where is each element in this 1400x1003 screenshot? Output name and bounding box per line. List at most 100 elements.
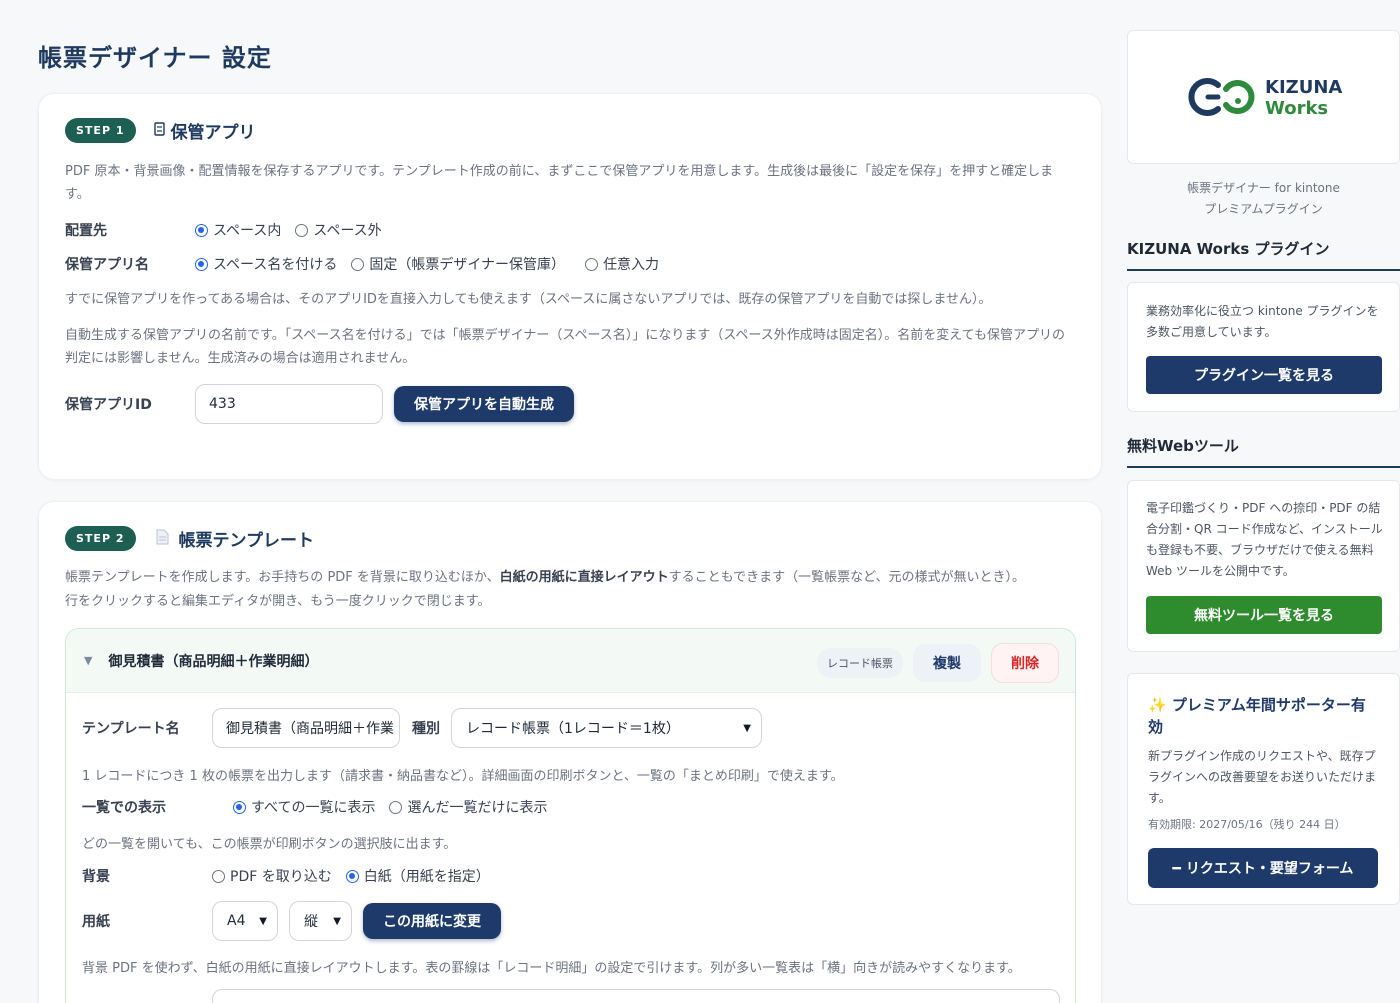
listview-label: 一覧での表示	[82, 800, 166, 816]
listview-radio-selected[interactable]: 選んだ一覧だけに表示	[389, 797, 547, 817]
type-description: 1 レコードにつき 1 枚の帳票を出力します（請求書・納品書など）。詳細画面の印…	[82, 769, 844, 784]
delete-button[interactable]: 削除	[991, 643, 1059, 683]
step2-description: 帳票テンプレートを作成します。お手持ちの PDF を背景に取り込むほか、白紙の用…	[65, 566, 1075, 589]
select-value: A4	[227, 913, 246, 929]
background-row: 背景 PDF を取り込む 白紙（用紙を指定）	[82, 866, 504, 886]
template-row-header[interactable]: ▼ 御見積書（商品明細＋作業明細） レコード帳票 複製 削除	[66, 629, 1075, 693]
logo-line2: Works	[1265, 98, 1329, 119]
bg-radio-blank[interactable]: 白紙（用紙を指定）	[345, 866, 490, 886]
select-value: レコード帳票（1レコード＝1枚）	[466, 721, 680, 737]
plugins-heading: KIZUNA Works プラグイン	[1127, 238, 1400, 271]
step1-note1: すでに保管アプリを作ってある場合は、そのアプリIDを直接入力しても使えます（スペ…	[65, 292, 992, 307]
template-name-row: テンプレート名 御見積書（商品明細＋作業 種別 レコード帳票（1レコード＝1枚）…	[82, 708, 762, 748]
bg-radio-pdf[interactable]: PDF を取り込む	[212, 866, 332, 886]
paper-row: 用紙 A4 ▼ 縦 ▼ この用紙に変更	[82, 901, 501, 941]
step2-description2: 行をクリックすると編集エディタが開き、もう一度クリックで閉じます。	[65, 594, 491, 609]
tools-card: 電子印鑑づくり・PDF への捺印・PDF の結合分割・QR コード作成など、イン…	[1127, 480, 1400, 652]
step1-header: STEP 1 保管アプリ	[65, 118, 256, 143]
template-name-label: テンプレート名	[82, 721, 180, 737]
type-select[interactable]: レコード帳票（1レコード＝1枚） ▼	[451, 708, 762, 748]
premium-text: 新プラグイン作成のリクエストや、既存プラグインへの改善要望をお送りいただけます。	[1148, 749, 1377, 805]
radio-dot[interactable]	[195, 223, 208, 237]
listview-row: 一覧での表示 すべての一覧に表示 選んだ一覧だけに表示	[82, 797, 561, 817]
radio-label: PDF を取り込む	[230, 869, 332, 885]
desc-text: することもできます（一覧帳票など、元の様式が無いとき）。	[668, 570, 1026, 585]
logo-box: KIZUNA Works	[1127, 30, 1400, 164]
storage-icon	[153, 121, 165, 140]
placement-label: 配置先	[65, 223, 107, 239]
select-value: 縦	[304, 914, 318, 930]
change-paper-button[interactable]: この用紙に変更	[363, 903, 501, 939]
background-label: 背景	[82, 869, 110, 885]
premium-title: ✨ プレミアム年間サポーター有効	[1148, 694, 1378, 738]
step1-card: STEP 1 保管アプリ PDF 原本・背景画像・配置情報を保存するアプリです。…	[38, 93, 1102, 480]
listview-description: どの一覧を開いても、この帳票が印刷ボタンの選択肢に出ます。	[82, 837, 457, 852]
desc-bold: 白紙の用紙に直接レイアウト	[499, 570, 669, 585]
template-name-input[interactable]: 御見積書（商品明細＋作業	[212, 708, 400, 748]
duplicate-button[interactable]: 複製	[913, 644, 981, 682]
chevron-down-icon: ▼	[743, 722, 751, 734]
product-subtitle: 帳票デザイナー for kintone プレミアムプラグイン	[1127, 178, 1400, 220]
premium-expiry: 有効期限: 2027/05/16（残り 244 日）	[1148, 818, 1346, 831]
paper-size-select[interactable]: A4 ▼	[212, 901, 278, 941]
page-title: 帳票デザイナー 設定	[38, 44, 272, 72]
chevron-down-icon: ▼	[333, 915, 341, 927]
radio-dot[interactable]	[295, 223, 309, 237]
paper-label: 用紙	[82, 914, 110, 930]
tools-list-button[interactable]: 無料ツール一覧を見る	[1146, 596, 1382, 634]
placement-radio-inside[interactable]: スペース内	[195, 220, 281, 240]
radio-dot[interactable]	[233, 800, 246, 814]
radio-label: 選んだ一覧だけに表示	[407, 800, 548, 816]
premium-title-text: プレミアム年間サポーター有効	[1148, 696, 1366, 736]
radio-label: スペース名を付ける	[213, 257, 338, 273]
template-name: 御見積書（商品明細＋作業明細）	[108, 653, 319, 670]
request-form-button[interactable]: ━ リクエスト・要望フォーム	[1148, 848, 1378, 888]
appname-radio-fixed[interactable]: 固定（帳票デザイナー保管庫）	[351, 254, 565, 274]
radio-label: 白紙（用紙を指定）	[363, 869, 490, 885]
radio-dot[interactable]	[212, 869, 225, 883]
tools-heading: 無料Webツール	[1127, 435, 1400, 468]
logo-text: KIZUNA Works	[1265, 77, 1342, 119]
subtitle-line1: 帳票デザイナー for kintone	[1187, 181, 1340, 195]
desc-text: 帳票テンプレートを作成します。お手持ちの PDF を背景に取り込むほか、	[65, 570, 500, 585]
step1-badge: STEP 1	[65, 118, 136, 143]
appname-radio-space[interactable]: スペース名を付ける	[195, 254, 337, 274]
listview-radio-all[interactable]: すべての一覧に表示	[233, 797, 375, 817]
next-field-input[interactable]	[212, 989, 1060, 1003]
kizuna-logo-icon	[1188, 78, 1255, 116]
template-type-chip: レコード帳票	[817, 648, 903, 678]
tools-text: 電子印鑑づくり・PDF への捺印・PDF の結合分割・QR コード作成など、イン…	[1146, 501, 1383, 578]
template-actions: レコード帳票 複製 削除	[817, 643, 1059, 683]
step2-header: STEP 2 帳票テンプレート	[65, 526, 314, 551]
paper-description: 背景 PDF を使わず、白紙の用紙に直接レイアウトします。表の罫線は「レコード明…	[82, 961, 1021, 976]
radio-label: すべての一覧に表示	[251, 800, 376, 816]
radio-label: 任意入力	[603, 257, 660, 273]
paper-orientation-select[interactable]: 縦 ▼	[289, 901, 352, 941]
step1-note2: 自動生成する保管アプリの名前です。「スペース名を付ける」では「帳票デザイナー（ス…	[65, 328, 1065, 366]
template-item: ▼ 御見積書（商品明細＋作業明細） レコード帳票 複製 削除 テンプレート名 御…	[65, 628, 1076, 1003]
sparkle-icon: ✨	[1148, 696, 1167, 714]
radio-dot[interactable]	[585, 257, 599, 271]
step2-card: STEP 2 帳票テンプレート 帳票テンプレートを作成します。お手持ちの PDF…	[38, 501, 1102, 1003]
appid-row: 保管アプリID 433 保管アプリを自動生成	[65, 384, 574, 424]
premium-card: ✨ プレミアム年間サポーター有効 新プラグイン作成のリクエストや、既存プラグイン…	[1127, 673, 1400, 905]
radio-dot[interactable]	[389, 800, 403, 814]
step1-title: 保管アプリ	[170, 123, 256, 143]
appid-input[interactable]: 433	[195, 384, 383, 424]
step2-badge: STEP 2	[65, 526, 136, 551]
document-icon	[156, 529, 169, 549]
subtitle-line2: プレミアムプラグイン	[1204, 202, 1323, 216]
radio-dot[interactable]	[351, 257, 365, 271]
radio-dot[interactable]	[345, 869, 359, 883]
type-label: 種別	[412, 721, 440, 737]
radio-label: 固定（帳票デザイナー保管庫）	[369, 257, 566, 273]
logo-line1: KIZUNA	[1265, 77, 1343, 98]
radio-dot[interactable]	[195, 257, 208, 271]
appname-radio-custom[interactable]: 任意入力	[585, 254, 659, 274]
autogen-button[interactable]: 保管アプリを自動生成	[394, 386, 574, 422]
placement-radio-outside[interactable]: スペース外	[295, 220, 382, 240]
appname-label: 保管アプリ名	[65, 257, 149, 273]
collapse-arrow-icon[interactable]: ▼	[84, 654, 92, 667]
step2-title: 帳票テンプレート	[178, 531, 315, 551]
plugins-list-button[interactable]: プラグイン一覧を見る	[1146, 356, 1382, 394]
